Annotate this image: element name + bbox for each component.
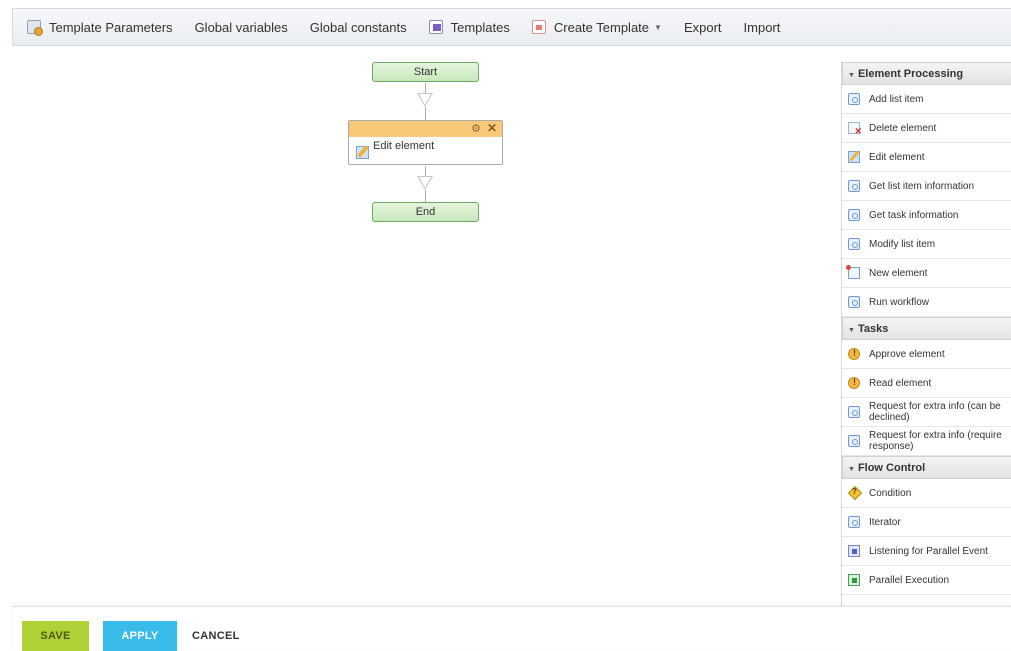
panel-item-request-extra-info-declinable[interactable]: Request for extra info (can be declined) [842,398,1011,427]
panel-item-new-element[interactable]: New element [842,259,1011,288]
panel-item-label: Request for extra info (can be declined) [869,401,1001,423]
condition-icon [848,487,860,499]
panel-item-label: Parallel Execution [869,574,950,586]
connector-line [425,83,426,93]
action-box-icon [848,238,860,250]
panel-item-run-workflow[interactable]: Run workflow [842,288,1011,317]
apply-button[interactable]: APPLY [103,621,177,651]
global-variables-label: Global variables [194,19,288,35]
top-toolbar: Template Parameters Global variables Glo… [12,8,1011,46]
edit-element-icon [356,146,369,159]
action-box-icon [848,516,860,528]
global-variables-button[interactable]: Global variables [195,20,288,35]
panel-item-label: Approve element [869,348,945,360]
panel-item-label: Iterator [869,516,901,528]
action-box-icon [848,93,860,105]
close-icon[interactable]: ✕ [487,121,497,135]
panel-item-parallel-execution[interactable]: Parallel Execution [842,566,1011,595]
start-node[interactable]: Start [372,62,479,82]
templates-button[interactable]: Templates [428,19,510,35]
panel-item-add-list-item[interactable]: Add list item [842,85,1011,114]
panel-item-label: Delete element [869,122,937,134]
end-node-label: End [415,206,436,218]
listen-icon [848,545,860,557]
templates-label: Templates [450,19,510,35]
bottom-action-bar: SAVE APPLY CANCEL [12,606,1011,651]
create-template-label: Create Template [553,19,650,35]
approve-icon [848,377,860,389]
action-label: Edit element [373,140,435,152]
parallel-icon [848,574,860,586]
templates-icon [428,20,443,34]
start-node-label: Start [413,66,438,78]
panel-item-label: Edit element [869,151,925,163]
panel-item-label: Request for extra info (require response… [869,430,1002,452]
panel-item-delete-element[interactable]: Delete element [842,114,1011,143]
connector-line [425,107,426,120]
arrow-down-icon [417,176,433,190]
action-box-icon [848,209,860,221]
chevron-down-icon: ▼ [654,22,662,32]
edit-element-action[interactable]: ⚙ ✕ Edit element [348,120,503,165]
export-button[interactable]: Export [684,20,722,35]
create-template-dropdown[interactable]: Create Template ▼ [531,19,662,35]
global-constants-button[interactable]: Global constants [310,20,407,35]
panel-item-label: Listening for Parallel Event [869,545,988,557]
template-parameters-icon [27,20,43,36]
global-constants-label: Global constants [309,19,407,35]
import-label: Import [743,19,781,35]
panel-item-get-list-item-information[interactable]: Get list item information [842,172,1011,201]
create-template-icon [531,20,546,34]
action-header: ⚙ ✕ [349,121,502,137]
template-parameters-label: Template Parameters [49,19,173,35]
export-label: Export [683,19,722,35]
action-box-icon [848,296,860,308]
action-body: Edit element [349,137,502,164]
panel-item-label: Read element [869,377,932,389]
panel-item-approve-element[interactable]: Approve element [842,340,1011,369]
arrow-down-icon [417,93,433,107]
section-title: Flow Control [857,462,926,474]
panel-item-condition[interactable]: Condition [842,479,1011,508]
save-button[interactable]: SAVE [22,621,89,651]
panel-item-edit-element[interactable]: Edit element [842,143,1011,172]
panel-item-get-task-information[interactable]: Get task information [842,201,1011,230]
panel-item-request-extra-info-required[interactable]: Request for extra info (require response… [842,427,1011,456]
section-header-element-processing[interactable]: ▼ Element Processing [842,62,1011,85]
triangle-down-icon: ▼ [848,72,855,79]
panel-item-label: Get task information [869,209,959,221]
end-node[interactable]: End [372,202,479,222]
actions-panel: ▼Element Processing Add list item Delete… [841,62,1011,606]
cancel-button[interactable]: CANCEL [192,621,240,651]
panel-item-label: Condition [869,487,912,499]
gear-icon[interactable]: ⚙ [471,122,481,135]
delete-element-icon [848,122,862,137]
section-header-tasks[interactable]: ▼ Tasks [842,317,1011,340]
action-box-icon [848,180,860,192]
section-title: Element Processing [857,68,964,80]
panel-item-label: Modify list item [869,238,936,250]
panel-item-listening-parallel-event[interactable]: Listening for Parallel Event [842,537,1011,566]
panel-item-label: Run workflow [869,296,930,308]
connector-line [425,166,426,176]
panel-item-label: Add list item [869,93,924,105]
section-title: Tasks [857,323,889,335]
approve-icon [848,348,860,360]
template-parameters-button[interactable]: Template Parameters [27,19,173,36]
edit-element-icon [848,151,860,163]
section-header-flow-control[interactable]: ▼ Flow Control [842,456,1011,479]
panel-item-read-element[interactable]: Read element [842,369,1011,398]
panel-item-iterator[interactable]: Iterator [842,508,1011,537]
connector-line [425,190,426,202]
triangle-down-icon: ▼ [848,327,855,334]
action-box-icon [848,435,860,447]
action-box-icon [848,406,860,418]
new-element-icon [846,265,860,279]
panel-item-label: Get list item information [869,180,975,192]
panel-item-label: New element [869,267,928,279]
panel-item-modify-list-item[interactable]: Modify list item [842,230,1011,259]
triangle-down-icon: ▼ [848,466,855,473]
import-button[interactable]: Import [744,20,781,35]
